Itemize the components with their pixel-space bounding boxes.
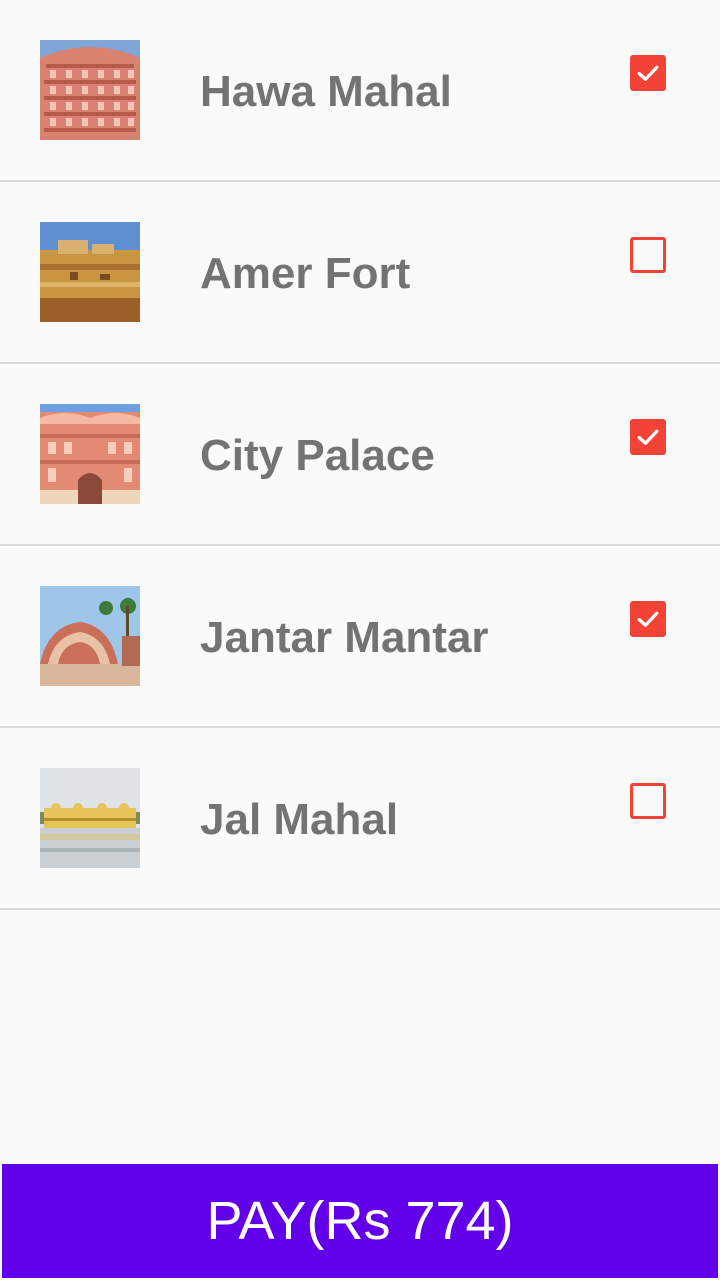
pay-button[interactable]: PAY(Rs 774): [2, 1164, 718, 1278]
checkbox-jal-mahal[interactable]: [630, 783, 666, 819]
place-name: City Palace: [200, 431, 435, 480]
list-item-hawa-mahal[interactable]: Hawa Mahal: [0, 0, 720, 182]
jantar-mantar-photo-icon: [40, 586, 140, 686]
amer-fort-thumbnail: [40, 222, 140, 322]
place-name: Jal Mahal: [200, 795, 399, 844]
list-item-amer-fort[interactable]: Amer Fort: [0, 182, 720, 364]
places-list: Hawa Mahal Amer Fort City Palace Jantar …: [0, 0, 720, 910]
place-name: Hawa Mahal: [200, 67, 452, 116]
hawa-mahal-thumbnail: [40, 40, 140, 140]
list-item-jal-mahal[interactable]: Jal Mahal: [0, 728, 720, 910]
hawa-mahal-photo-icon: [40, 40, 140, 140]
checkbox-hawa-mahal[interactable]: [630, 55, 666, 91]
checkmark-icon: [637, 611, 659, 627]
city-palace-thumbnail: [40, 404, 140, 504]
checkmark-icon: [637, 65, 659, 81]
checkbox-jantar-mantar[interactable]: [630, 601, 666, 637]
list-item-city-palace[interactable]: City Palace: [0, 364, 720, 546]
checkbox-amer-fort[interactable]: [630, 237, 666, 273]
city-palace-photo-icon: [40, 404, 140, 504]
jal-mahal-thumbnail: [40, 768, 140, 868]
jal-mahal-photo-icon: [40, 768, 140, 868]
jantar-mantar-thumbnail: [40, 586, 140, 686]
amer-fort-photo-icon: [40, 222, 140, 322]
place-name: Amer Fort: [200, 249, 411, 298]
checkmark-icon: [637, 429, 659, 445]
checkbox-city-palace[interactable]: [630, 419, 666, 455]
list-item-jantar-mantar[interactable]: Jantar Mantar: [0, 546, 720, 728]
place-name: Jantar Mantar: [200, 613, 489, 662]
